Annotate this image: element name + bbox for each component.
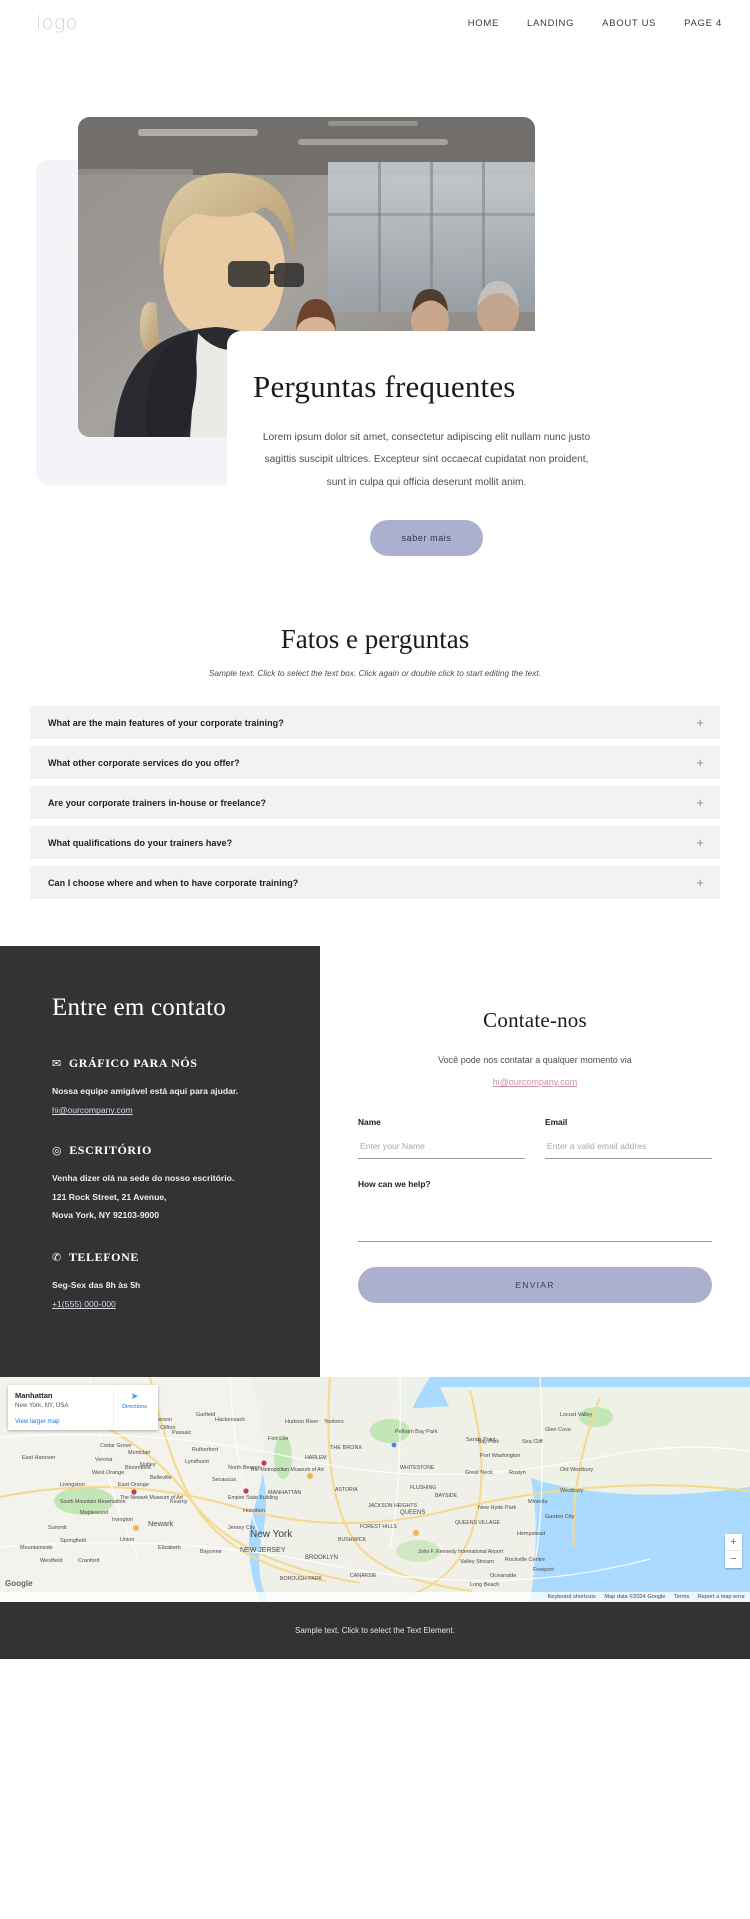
plus-icon[interactable]: +	[696, 796, 704, 809]
page-root: logo HOME LANDING ABOUT US PAGE 4 Pergun…	[0, 0, 750, 1660]
directions-label: Directions	[122, 1404, 147, 1411]
map-zoom-controls[interactable]: + −	[725, 1534, 742, 1569]
map-card-left: Manhattan New York, NY, USA View larger …	[15, 1391, 113, 1425]
contact-form-subtitle: Você pode nos contatar a qualquer moment…	[438, 1055, 632, 1065]
hero-cta-wrap: saber mais	[253, 519, 600, 556]
contact-info-panel: Entre em contato ✉ GRÁFICO PARA NÓS Noss…	[0, 946, 320, 1378]
map-card-directions[interactable]: ➤ Directions	[113, 1391, 151, 1426]
contact-block-heading: ✆ TELEFONE	[52, 1250, 320, 1265]
contact-line: Nossa equipe amigável está aqui para aju…	[52, 1086, 239, 1096]
main-nav: HOME LANDING ABOUT US PAGE 4	[468, 18, 722, 29]
faq-list: What are the main features of your corpo…	[0, 706, 750, 899]
email-input[interactable]	[545, 1141, 712, 1159]
logo[interactable]: logo	[36, 12, 78, 34]
contact-heading-text: ESCRITÓRIO	[69, 1143, 152, 1158]
faq-question: What qualifications do your trainers hav…	[48, 837, 233, 848]
hero-paragraph: Lorem ipsum dolor sit amet, consectetur …	[262, 431, 591, 488]
map-data-text: Map data ©2024 Google	[604, 1594, 666, 1601]
contact-block-phone: ✆ TELEFONE Seg-Sex das 8h às 5h +1(555) …	[52, 1250, 320, 1312]
hero-section: Perguntas frequentes Lorem ipsum dolor s…	[0, 46, 750, 582]
plus-icon[interactable]: +	[696, 876, 704, 889]
name-label: Name	[358, 1117, 381, 1127]
enviar-button[interactable]: ENVIAR	[358, 1267, 712, 1303]
contact-heading-text: GRÁFICO PARA NÓS	[68, 1056, 198, 1070]
contact-form-email-link[interactable]: hi@ourcompany.com	[493, 1077, 578, 1087]
nav-item-landing[interactable]: LANDING	[527, 18, 574, 29]
form-row: Name Email	[358, 1117, 712, 1159]
footer-text: Sample text. Click to select the Text El…	[295, 1626, 455, 1636]
faq-question: What are the main features of your corpo…	[48, 717, 284, 728]
message-label: How can we help?	[358, 1179, 431, 1189]
faq-question: Are your corporate trainers in-house or …	[48, 797, 267, 808]
contact-info-title: Entre em contato	[52, 994, 226, 1021]
contact-line: 121 Rock Street, 21 Avenue,	[52, 1191, 167, 1202]
phone-icon: ✆	[52, 1250, 62, 1264]
faq-item[interactable]: Are your corporate trainers in-house or …	[30, 786, 720, 819]
phone-link[interactable]: +1(555) 000-000	[52, 1299, 116, 1309]
faq-item[interactable]: What are the main features of your corpo…	[30, 706, 720, 739]
envelope-icon: ✉	[52, 1057, 62, 1070]
email-link[interactable]: hi@ourcompany.com	[52, 1105, 133, 1115]
faq-item[interactable]: What other corporate services do you off…	[30, 746, 720, 779]
map-pin-icon: ◎	[52, 1144, 63, 1158]
site-footer: Sample text. Click to select the Text El…	[0, 1602, 750, 1660]
contact-section: Entre em contato ✉ GRÁFICO PARA NÓS Noss…	[0, 946, 750, 1378]
directions-icon: ➤	[130, 1391, 139, 1402]
report-error-link[interactable]: Report a map error	[698, 1594, 745, 1600]
contact-block-office: ◎ ESCRITÓRIO Venha dizer olá na sede do …	[52, 1143, 320, 1224]
hero-card: Perguntas frequentes Lorem ipsum dolor s…	[227, 331, 622, 582]
name-input[interactable]	[358, 1141, 525, 1159]
email-field-wrap: Email	[545, 1117, 712, 1159]
contact-line: Seg-Sex das 8h às 5h	[52, 1279, 141, 1290]
keyboard-shortcuts-link[interactable]: Keyboard shortcuts	[548, 1594, 596, 1600]
plus-icon[interactable]: +	[696, 756, 704, 769]
google-logo: Google	[5, 1579, 33, 1589]
zoom-out-button[interactable]: −	[725, 1551, 742, 1568]
view-larger-map-link[interactable]: View larger map	[15, 1418, 113, 1425]
plus-icon[interactable]: +	[696, 716, 704, 729]
nav-item-page-4[interactable]: PAGE 4	[684, 18, 722, 29]
contact-form-title: Contate-nos	[483, 1008, 587, 1032]
map-embed[interactable]: New York Newark BROOKLYN QUEENS MANHATTAN THE…	[0, 1377, 750, 1603]
contact-line: Nova York, NY 92103-9000	[52, 1210, 160, 1221]
faq-title: Fatos e perguntas	[280, 624, 470, 654]
map-attribution: Keyboard shortcuts Map data ©2024 Google…	[0, 1592, 750, 1603]
map-location-card[interactable]: Manhattan New York, NY, USA View larger …	[8, 1385, 158, 1431]
faq-question: What other corporate services do you off…	[48, 757, 240, 768]
zoom-in-button[interactable]: +	[725, 1534, 742, 1552]
contact-heading-text: TELEFONE	[68, 1249, 139, 1264]
contact-form-panel: Contate-nos Você pode nos contatar a qua…	[320, 946, 750, 1378]
saber-mais-button[interactable]: saber mais	[370, 519, 483, 556]
map-card-title: Manhattan	[15, 1391, 53, 1401]
nav-item-home[interactable]: HOME	[468, 18, 499, 29]
map-card-subtitle: New York, NY, USA	[15, 1402, 69, 1410]
contact-line: Venha dizer olá na sede do nosso escritó…	[52, 1173, 235, 1184]
name-field-wrap: Name	[358, 1117, 525, 1159]
message-textarea[interactable]	[358, 1198, 712, 1242]
plus-icon[interactable]: +	[696, 836, 704, 849]
contact-block-email: ✉ GRÁFICO PARA NÓS Nossa equipe amigável…	[52, 1056, 320, 1118]
contact-block-heading: ◎ ESCRITÓRIO	[52, 1143, 320, 1158]
email-label: Email	[545, 1117, 568, 1127]
terms-link[interactable]: Terms	[674, 1594, 689, 1600]
site-header: logo HOME LANDING ABOUT US PAGE 4	[0, 0, 750, 46]
submit-wrap: ENVIAR	[358, 1267, 712, 1303]
message-field-wrap: How can we help?	[358, 1179, 712, 1247]
faq-subtitle: Sample text. Click to select the text bo…	[208, 669, 542, 678]
faq-section: Fatos e perguntas Sample text. Click to …	[0, 546, 750, 899]
faq-question: Can I choose where and when to have corp…	[48, 877, 299, 888]
page-title: Perguntas frequentes	[253, 369, 516, 404]
faq-item[interactable]: What qualifications do your trainers hav…	[30, 826, 720, 859]
contact-block-heading: ✉ GRÁFICO PARA NÓS	[52, 1056, 320, 1071]
nav-item-about-us[interactable]: ABOUT US	[602, 18, 656, 29]
faq-item[interactable]: Can I choose where and when to have corp…	[30, 866, 720, 899]
